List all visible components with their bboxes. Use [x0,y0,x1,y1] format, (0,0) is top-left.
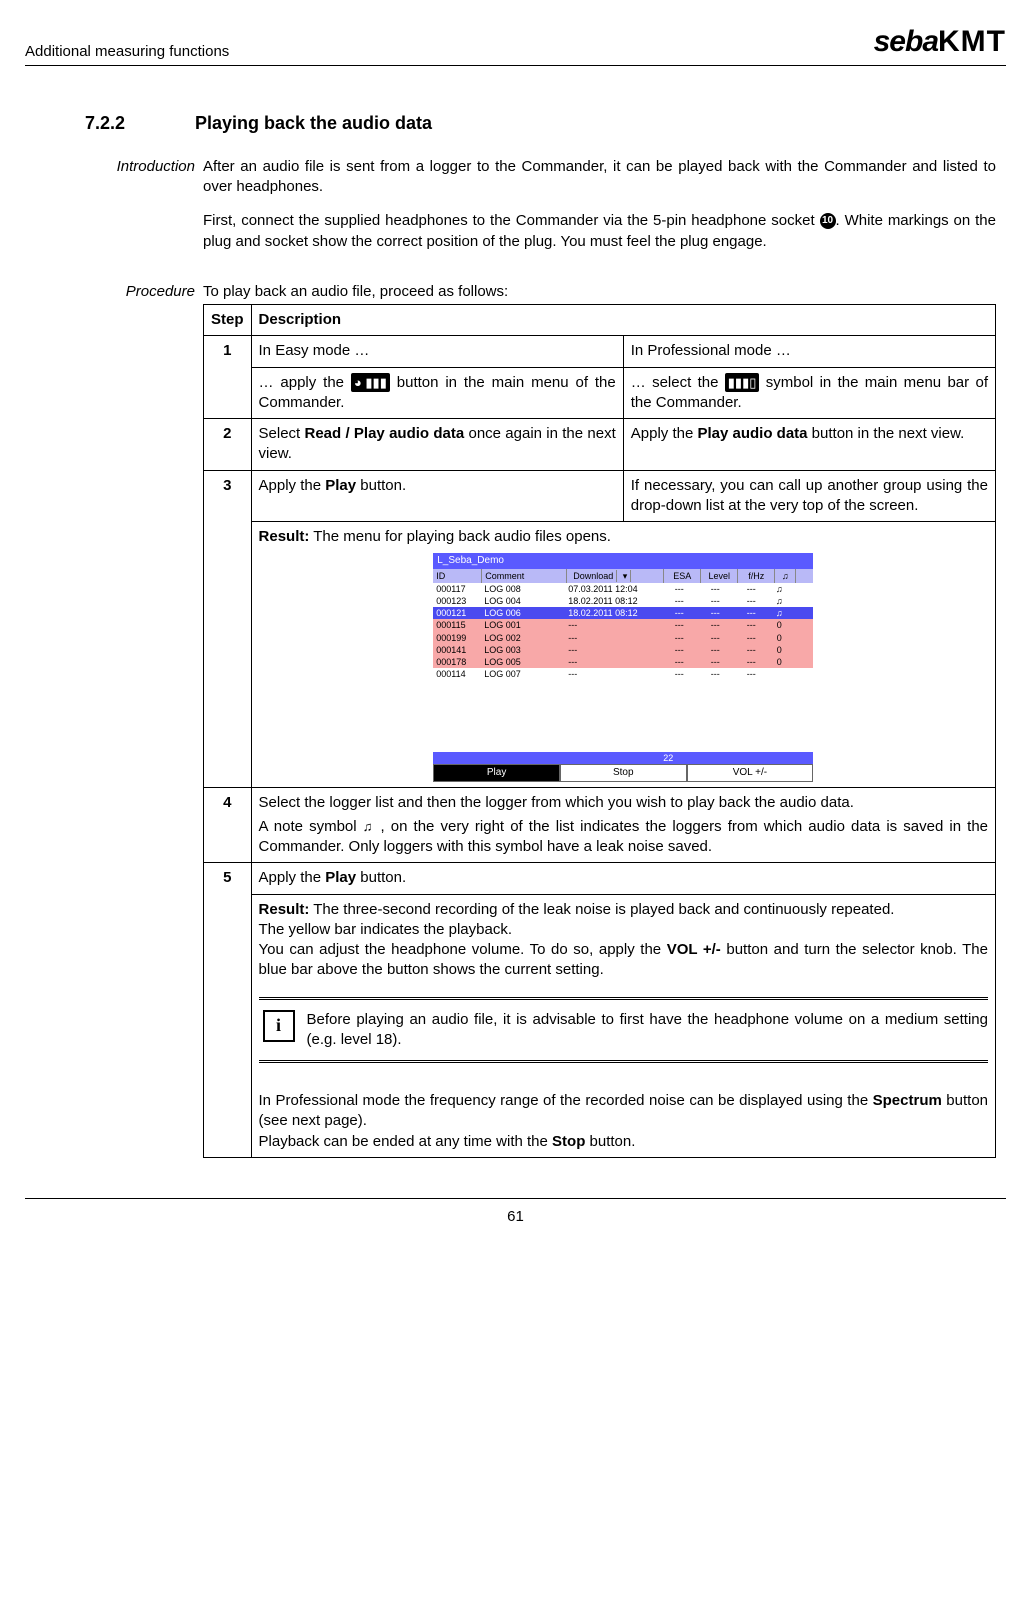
intro-label: Introduction [85,157,203,266]
section-number: 7.2.2 [85,111,195,135]
logo-kmt: KMT [938,25,1006,58]
step3-result: Result: The menu for playing back audio … [251,522,995,788]
logo-seba: seba [874,25,938,58]
step3-result-row: Result: The menu for playing back audio … [204,522,996,788]
step1-head-row: 1 In Easy mode … In Professional mode … [204,336,996,367]
step1-body-row: … apply the ◕ ▮▮▮ button in the main men… [204,367,996,419]
ss-title: L_Seba_Demo [433,553,813,569]
step5-num: 5 [204,863,252,1158]
ss-blank [433,680,813,750]
step4-desc: Select the logger list and then the logg… [251,787,995,863]
step3-num: 3 [204,470,252,787]
step1-easy-head: In Easy mode … [251,336,623,367]
socket-ref-icon: 10 [820,213,836,229]
ss-row: 000121LOG 00618.02.2011 08:12---------♫ [433,607,813,619]
step5-desc: Apply the Play button. [251,863,995,894]
ss-buttons: Play Stop VOL +/- [433,764,813,782]
step3-easy: Apply the Play button. [251,470,623,522]
procedure-body: To play back an audio file, proceed as f… [203,282,996,1158]
step5-row: 5 Apply the Play button. [204,863,996,894]
ss-row: 000123LOG 00418.02.2011 08:12---------♫ [433,595,813,607]
ss-header: ID Comment Download ▾ ESA Level f/Hz ♫ [433,569,813,583]
intro-body: After an audio file is sent from a logge… [203,157,996,266]
procedure-table: Step Description 1 In Easy mode … In Pro… [203,304,996,1158]
ss-rows: 000117LOG 00807.03.2011 12:04---------♫0… [433,583,813,680]
step2-pro: Apply the Play audio data button in the … [623,419,995,471]
intro-p2: First, connect the supplied headphones t… [203,211,996,252]
ss-stop-button[interactable]: Stop [560,764,687,782]
th-step: Step [204,305,252,336]
step1-easy: … apply the ◕ ▮▮▮ button in the main men… [251,367,623,419]
ss-vol-button[interactable]: VOL +/- [687,764,814,782]
procedure-lead: To play back an audio file, proceed as f… [203,282,996,302]
playback-screenshot: L_Seba_Demo ID Comment Download ▾ ESA Le… [433,553,813,781]
content: 7.2.2 Playing back the audio data Introd… [25,111,1006,1158]
logo: sebaKMT [874,22,1006,63]
section-title: Playing back the audio data [195,111,432,135]
page-number: 61 [507,1208,524,1225]
ss-row: 000117LOG 00807.03.2011 12:04---------♫ [433,583,813,595]
th-description: Description [251,305,995,336]
intro-p1: After an audio file is sent from a logge… [203,157,996,198]
step2-num: 2 [204,419,252,471]
ss-volume-bar: 22 [433,752,813,764]
header-title: Additional measuring functions [25,42,229,62]
info-text: Before playing an audio file, it is advi… [307,1010,988,1051]
step2-row: 2 Select Read / Play audio data once aga… [204,419,996,471]
easy-mode-icon: ◕ ▮▮▮ [351,373,390,393]
note-icon: ♫ [363,819,375,834]
ss-row: 000199LOG 002------------0 [433,632,813,644]
step4-num: 4 [204,787,252,863]
step5-result-row: Result: The three-second recording of th… [204,894,996,1157]
info-note: Before playing an audio file, it is advi… [259,997,988,1064]
ss-row: 000114LOG 007------------ [433,668,813,680]
intro-block: Introduction After an audio file is sent… [85,157,996,266]
procedure-label: Procedure [85,282,203,1158]
section-heading: 7.2.2 Playing back the audio data [85,111,996,135]
ss-row: 000178LOG 005------------0 [433,656,813,668]
ss-play-button[interactable]: Play [433,764,560,782]
ss-row: 000115LOG 001------------0 [433,619,813,631]
step2-easy: Select Read / Play audio data once again… [251,419,623,471]
pro-mode-icon: ▮▮▮▯ [725,373,760,393]
procedure-block: Procedure To play back an audio file, pr… [85,282,996,1158]
step1-pro: … select the ▮▮▮▯ symbol in the main men… [623,367,995,419]
info-icon [263,1010,295,1042]
step1-pro-head: In Professional mode … [623,336,995,367]
step1-num: 1 [204,336,252,419]
page-footer: 61 [25,1198,1006,1227]
step5-result: Result: The three-second recording of th… [251,894,995,1157]
table-header-row: Step Description [204,305,996,336]
step4-row: 4 Select the logger list and then the lo… [204,787,996,863]
step3-row: 3 Apply the Play button. If necessary, y… [204,470,996,522]
page-header: Additional measuring functions sebaKMT [25,22,1006,66]
ss-row: 000141LOG 003------------0 [433,644,813,656]
step3-pro: If necessary, you can call up another gr… [623,470,995,522]
